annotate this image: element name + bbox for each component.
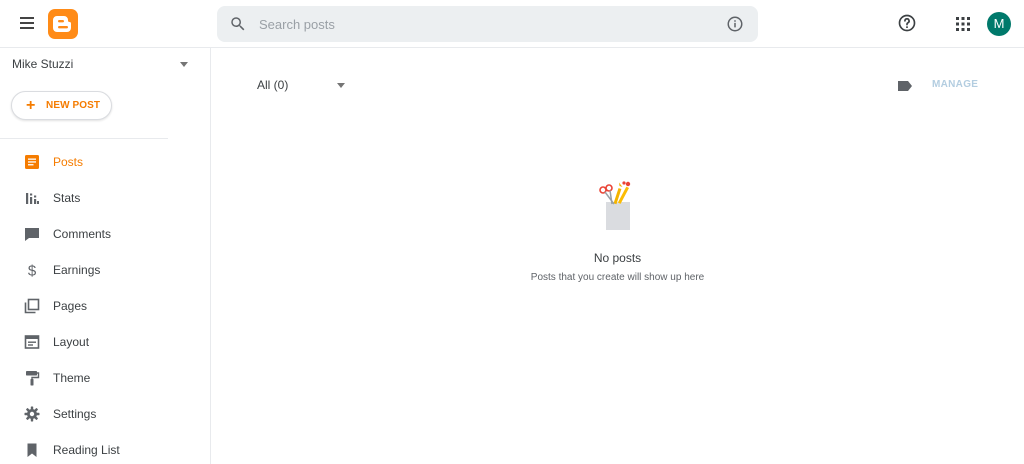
info-icon[interactable]: [726, 15, 744, 38]
sidebar-item-posts[interactable]: Posts: [0, 148, 210, 176]
plus-icon: +: [26, 97, 36, 114]
blogger-logo[interactable]: [48, 9, 78, 39]
label-tag-icon[interactable]: [897, 79, 913, 97]
search-icon[interactable]: [229, 15, 247, 38]
search-input[interactable]: [259, 6, 719, 42]
sidebar-item-label: Theme: [53, 371, 91, 385]
sidebar-item-label: Stats: [53, 191, 81, 205]
bookmark-icon: [24, 442, 40, 458]
new-post-label: NEW POST: [46, 100, 101, 111]
apps-grid-icon[interactable]: [955, 16, 971, 37]
pages-icon: [24, 298, 40, 314]
sidebar: Mike Stuzzi + NEW POST Posts Stats Comme…: [0, 48, 211, 464]
post-filter-dropdown[interactable]: All (0): [257, 76, 349, 94]
layout-icon: [24, 334, 40, 350]
empty-state-title: No posts: [593, 251, 642, 265]
caret-down-icon: [180, 62, 188, 67]
account-avatar[interactable]: M: [987, 12, 1011, 36]
empty-state-subtitle: Posts that you create will show up here: [530, 272, 705, 283]
manage-button[interactable]: MANAGE: [932, 79, 978, 90]
posts-icon: [24, 154, 40, 170]
menu-icon[interactable]: [18, 14, 36, 34]
top-app-bar: M: [0, 0, 1024, 48]
sidebar-item-label: Comments: [53, 227, 112, 241]
sidebar-item-layout[interactable]: Layout: [0, 328, 210, 356]
sidebar-item-label: Earnings: [53, 263, 101, 277]
sidebar-item-stats[interactable]: Stats: [0, 184, 210, 212]
comments-icon: [24, 226, 40, 242]
sidebar-divider: [0, 138, 168, 139]
sidebar-item-reading-list[interactable]: Reading List: [0, 436, 210, 464]
svg-text:$: $: [28, 263, 37, 279]
stats-icon: [24, 190, 40, 206]
new-post-button[interactable]: + NEW POST: [11, 91, 112, 120]
gear-icon: [24, 406, 40, 422]
sidebar-item-earnings[interactable]: $ Earnings: [0, 256, 210, 284]
search-bar: [217, 6, 758, 42]
sidebar-item-label: Settings: [53, 407, 97, 421]
sidebar-item-label: Pages: [53, 299, 88, 313]
help-icon[interactable]: [897, 13, 917, 38]
blog-selector[interactable]: Mike Stuzzi: [12, 54, 192, 74]
sidebar-item-comments[interactable]: Comments: [0, 220, 210, 248]
paint-roller-icon: [24, 370, 40, 386]
filter-label: All (0): [257, 78, 289, 92]
sidebar-item-pages[interactable]: Pages: [0, 292, 210, 320]
sidebar-item-label: Layout: [53, 335, 90, 349]
sidebar-item-settings[interactable]: Settings: [0, 400, 210, 428]
dollar-icon: $: [24, 262, 40, 280]
pencil-cup-illustration: [598, 180, 636, 237]
sidebar-item-theme[interactable]: Theme: [0, 364, 210, 392]
blog-name: Mike Stuzzi: [12, 57, 74, 71]
sidebar-item-label: Posts: [53, 155, 84, 169]
main-content: All (0) MANAGE No posts Posts that you c…: [211, 48, 1024, 464]
sidebar-item-label: Reading List: [53, 443, 120, 457]
caret-down-icon: [337, 83, 345, 88]
